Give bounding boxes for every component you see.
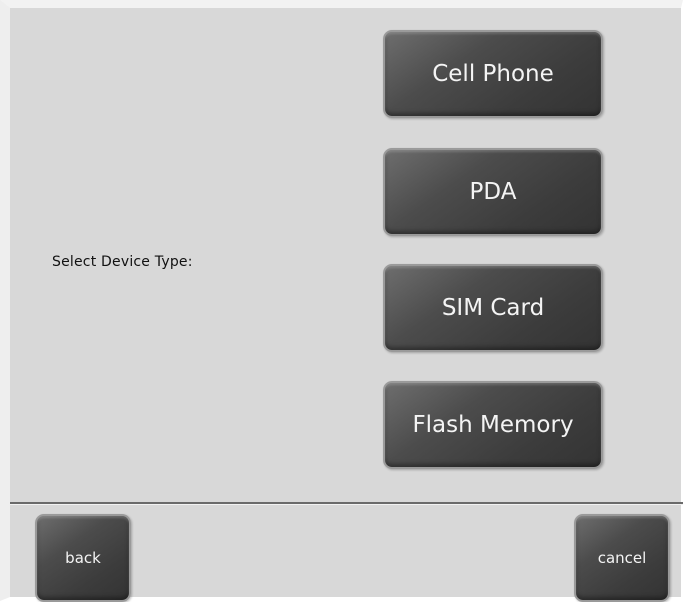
select-device-type-label: Select Device Type: bbox=[52, 254, 193, 270]
footer-divider bbox=[10, 502, 683, 505]
sim-card-button[interactable]: SIM Card bbox=[383, 264, 603, 352]
cell-phone-button[interactable]: Cell Phone bbox=[383, 30, 603, 118]
back-button[interactable]: back bbox=[35, 514, 131, 602]
flash-memory-button[interactable]: Flash Memory bbox=[383, 381, 603, 469]
cancel-button[interactable]: cancel bbox=[574, 514, 670, 602]
device-type-panel: Select Device Type: Cell Phone PDA SIM C… bbox=[0, 0, 683, 602]
pda-button[interactable]: PDA bbox=[383, 148, 603, 236]
